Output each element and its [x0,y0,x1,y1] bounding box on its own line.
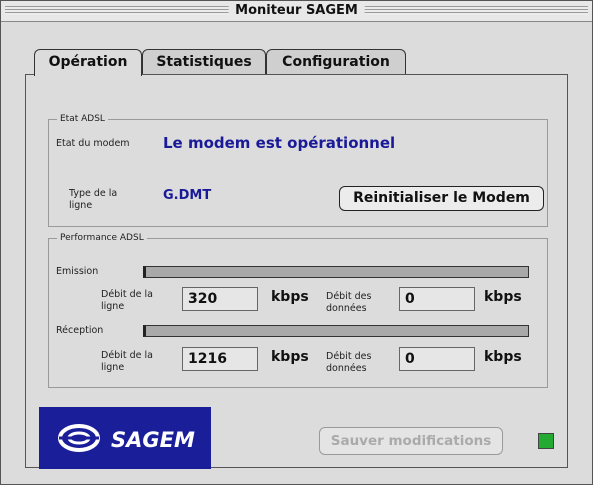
modem-state-label: Etat du modem [56,138,130,149]
line-type-value: G.DMT [163,188,212,203]
logo-wordmark: SAGEM [111,428,195,452]
emission-data-rate-label-2: données [326,303,367,314]
window-title: Moniteur SAGEM [228,2,365,19]
reception-label: Réception [56,325,104,336]
save-changes-button[interactable]: Sauver modifications [319,427,503,455]
tab-statistiques[interactable]: Statistiques [142,49,266,74]
etat-adsl-group-label: Etat ADSL [57,113,108,125]
reception-data-rate-label-1: Débit des [326,351,372,362]
emission-line-rate-label-1: Débit de la [101,289,153,300]
emission-data-rate-label-1: Débit des [326,291,372,302]
etat-adsl-group: Etat ADSL Etat du modem Le modem est opé… [48,113,548,227]
emission-line-rate-label-2: ligne [101,301,125,312]
performance-adsl-group: Performance ADSL Emission Débit de la li… [48,232,548,388]
performance-adsl-group-label: Performance ADSL [57,232,147,244]
emission-data-rate-unit: kbps [484,289,522,305]
emission-label: Emission [56,266,99,277]
reception-data-rate-field: 0 [399,347,475,371]
reset-modem-button[interactable]: Reinitialiser le Modem [339,186,544,211]
reception-line-rate-label-1: Débit de la [101,350,153,361]
emission-bar [143,266,529,278]
modem-state-value: Le modem est opérationnel [163,134,396,152]
reception-bar [143,325,529,337]
app-window: Moniteur SAGEM Opération Statistiques Co… [0,0,593,485]
emission-data-rate-field: 0 [399,287,475,311]
reception-line-rate-label-2: ligne [101,362,125,373]
reception-data-rate-unit: kbps [484,349,522,365]
tab-configuration[interactable]: Configuration [266,49,406,74]
status-led [538,433,554,449]
reception-line-rate-unit: kbps [271,349,309,365]
emission-line-rate-unit: kbps [271,289,309,305]
line-type-label-1: Type de la [69,188,118,199]
emission-line-rate-field: 320 [182,287,258,311]
reception-data-rate-label-2: données [326,363,367,374]
title-bar[interactable]: Moniteur SAGEM [1,1,592,22]
line-type-label-2: ligne [69,200,93,211]
tab-operation[interactable]: Opération [34,49,142,76]
sagem-logo: SAGEM [39,407,211,469]
reception-line-rate-field: 1216 [182,347,258,371]
